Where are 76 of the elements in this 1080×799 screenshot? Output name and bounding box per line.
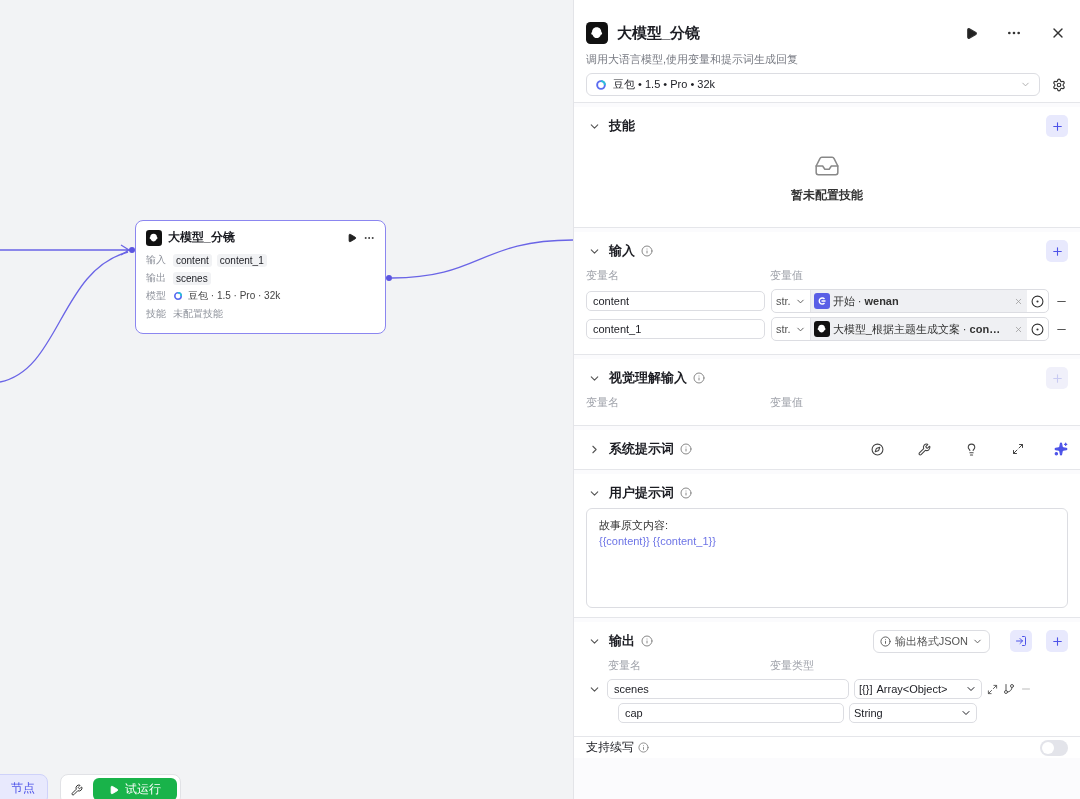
column-header: 变量值 xyxy=(770,268,804,283)
type-select[interactable]: String xyxy=(849,703,977,723)
variable-value-field[interactable]: str. 大模型_根据主题生成文案 · con… xyxy=(771,317,1049,341)
plus-icon xyxy=(1050,244,1064,258)
add-button[interactable] xyxy=(1046,115,1068,137)
start-node-icon xyxy=(813,293,830,309)
row-label: 模型 xyxy=(146,289,167,303)
reference-chip[interactable]: 大模型_根据主题生成文案 · con… xyxy=(810,318,1027,340)
format-dropdown[interactable]: 输出格式JSON xyxy=(872,629,990,653)
info-icon xyxy=(879,635,891,647)
expand-icon[interactable] xyxy=(1012,443,1024,455)
row-label: 输入 xyxy=(146,253,167,267)
continue-toggle[interactable] xyxy=(1040,739,1068,756)
variable-name-field[interactable]: scenes xyxy=(607,679,849,699)
section-title: 输出 xyxy=(609,632,635,650)
play-icon[interactable] xyxy=(347,232,357,243)
type-select[interactable]: str. xyxy=(772,318,811,340)
add-button[interactable] xyxy=(1046,240,1068,262)
empty-text: 暂未配置技能 xyxy=(791,187,863,204)
llm-node-card[interactable]: 大模型_分镜 输入 content content_1 输出 scenes 模型 豆包 · 1.5 · Pro · 32k 技能 未配置技能 xyxy=(135,220,386,334)
sparkle-icon[interactable] xyxy=(1054,442,1068,456)
add-button[interactable] xyxy=(1046,630,1068,652)
type-select[interactable]: [{}] Array<Object> xyxy=(854,679,982,699)
target-icon[interactable] xyxy=(1031,322,1044,336)
import-button[interactable] xyxy=(1010,630,1032,652)
info-icon xyxy=(638,742,649,753)
ghost-logo-icon xyxy=(586,22,608,44)
target-icon[interactable] xyxy=(1031,294,1044,308)
wrench-icon[interactable] xyxy=(71,783,83,796)
variable-name-field[interactable]: content_1 xyxy=(586,319,765,339)
column-header: 变量类型 xyxy=(770,658,815,673)
type-select[interactable]: str. xyxy=(772,290,811,312)
play-icon xyxy=(965,26,978,40)
continue-label: 支持续写 xyxy=(586,739,634,756)
plus-icon xyxy=(1050,119,1064,133)
node-title: 大模型_分镜 xyxy=(168,229,236,246)
section-title: 视觉理解输入 xyxy=(609,369,687,387)
play-icon xyxy=(109,784,119,795)
ghost-logo-icon xyxy=(146,229,162,246)
row-label: 输出 xyxy=(146,271,167,285)
prompt-field[interactable]: 故事原文内容: {{content}} {{content_1}} xyxy=(586,508,1068,608)
row-label: 技能 xyxy=(146,307,167,321)
settings-icon xyxy=(1052,77,1066,92)
variable-name-field[interactable]: cap xyxy=(618,703,844,723)
section-title: 系统提示词 xyxy=(609,440,674,458)
model-logo-icon xyxy=(173,291,183,301)
lightbulb-icon[interactable] xyxy=(965,442,978,456)
section-title: 技能 xyxy=(609,117,635,135)
model-logo-icon xyxy=(595,78,607,91)
variable-name-field[interactable]: content xyxy=(586,291,765,311)
section-title: 用户提示词 xyxy=(609,484,674,502)
column-header: 变量名 xyxy=(608,658,642,673)
column-header: 变量值 xyxy=(770,395,804,410)
expand-icon[interactable] xyxy=(987,683,998,695)
panel-title: 大模型_分镜 xyxy=(617,23,702,43)
panel-description: 调用大语言模型,使用变量和提示词生成回复 xyxy=(586,52,800,67)
variable-tag: content_1 xyxy=(216,253,267,267)
output-port[interactable] xyxy=(386,275,392,281)
variable-tag: scenes xyxy=(173,271,211,285)
model-name: 豆包 · 1.5 · Pro · 32k xyxy=(188,289,281,303)
plus-icon xyxy=(1050,634,1064,648)
input-port[interactable] xyxy=(129,247,135,253)
plus-icon xyxy=(1050,371,1064,385)
model-select[interactable]: 豆包 • 1.5 • Pro • 32k xyxy=(586,73,1040,96)
column-header: 变量名 xyxy=(586,268,620,283)
variable-tag: content xyxy=(173,253,212,267)
compass-icon[interactable] xyxy=(871,442,884,456)
column-header: 变量名 xyxy=(586,395,620,410)
skills-value: 未配置技能 xyxy=(173,307,223,321)
reference-chip[interactable]: 开始 · wenan xyxy=(810,290,1027,312)
import-icon xyxy=(1015,635,1027,647)
variable-value-field[interactable]: str. 开始 · wenan xyxy=(771,289,1049,313)
add-child-icon[interactable] xyxy=(1003,683,1015,695)
add-node-button[interactable]: 节点 xyxy=(0,774,48,799)
ghost-logo-icon xyxy=(813,321,830,337)
section-title: 输入 xyxy=(609,242,635,260)
